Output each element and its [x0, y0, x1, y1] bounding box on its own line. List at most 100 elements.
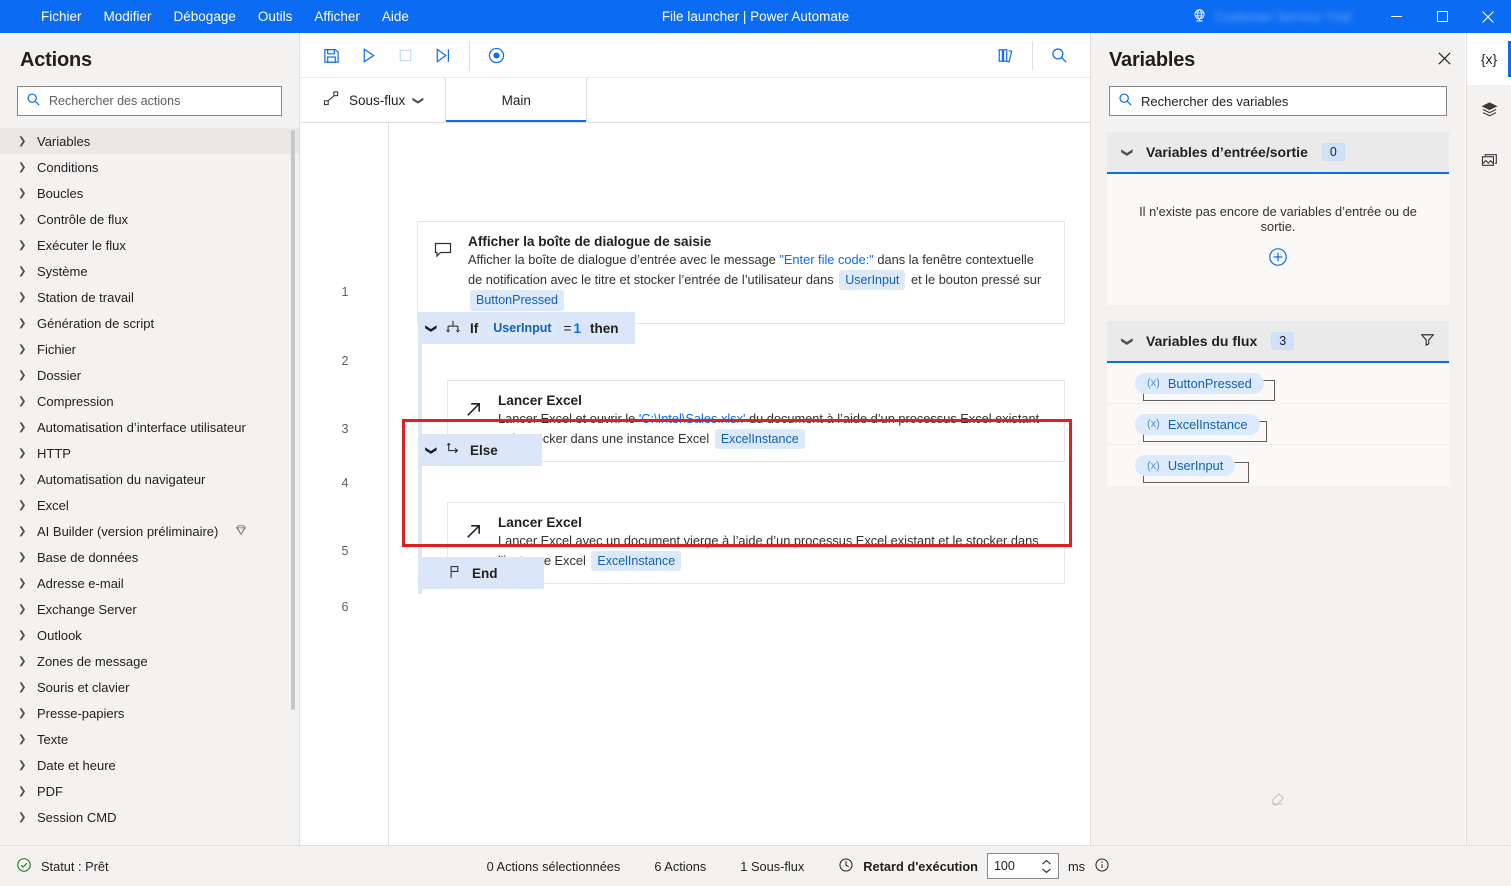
chevron-down-icon[interactable]: ❯	[425, 446, 438, 455]
tenant-indicator[interactable]: Customer Service Trial	[1191, 7, 1351, 27]
ui-elements-rail-button[interactable]	[1467, 85, 1511, 137]
filter-icon[interactable]	[1420, 332, 1435, 350]
status-indicator: Statut : Prêt	[16, 857, 109, 876]
action-group-pdf[interactable]: ❯ PDF	[0, 778, 299, 804]
action-group-outlook[interactable]: ❯ Outlook	[0, 622, 299, 648]
chevron-right-icon: ❯	[18, 629, 27, 641]
menu-debogage[interactable]: Débogage	[163, 5, 247, 28]
action-group-boucles[interactable]: ❯ Boucles	[0, 180, 299, 206]
action-group-base-de-donnees[interactable]: ❯ Base de données	[0, 544, 299, 570]
action-group-zones-de-message[interactable]: ❯ Zones de message	[0, 648, 299, 674]
action-group-automatisation-interface-utilisateur[interactable]: ❯ Automatisation d’interface utilisateur	[0, 414, 299, 440]
variable-label: ExcelInstance	[1167, 416, 1248, 432]
launch-excel-icon	[460, 515, 486, 542]
variable-name-chip[interactable]: (x) ButtonPressed	[1135, 372, 1264, 394]
chevron-right-icon: ❯	[18, 447, 27, 459]
action-group-generation-de-script[interactable]: ❯ Génération de script	[0, 310, 299, 336]
minimize-button[interactable]	[1373, 0, 1419, 33]
run-next-action-button[interactable]	[426, 39, 459, 71]
actions-scrollbar[interactable]	[291, 130, 295, 710]
flow-step-4[interactable]: ❯ Else	[418, 434, 542, 466]
chevron-right-icon: ❯	[18, 733, 27, 745]
action-group-session-cmd[interactable]: ❯ Session CMD	[0, 804, 299, 828]
action-group-date-et-heure[interactable]: ❯ Date et heure	[0, 752, 299, 778]
recorder-button[interactable]	[480, 39, 513, 71]
flow-block-else[interactable]: ❯ Else	[418, 434, 542, 466]
search-variables-input[interactable]: Rechercher des variables	[1109, 86, 1447, 116]
flow-block-end[interactable]: End	[418, 557, 544, 589]
action-group-conditions[interactable]: ❯ Conditions	[0, 154, 299, 180]
tab-subflows[interactable]: Sous-flux ❯	[301, 78, 447, 122]
variables-rail-button[interactable]: {x}	[1467, 33, 1511, 85]
variable-row-buttonpressed[interactable]: (x) ButtonPressed	[1107, 363, 1449, 404]
menu-afficher[interactable]: Afficher	[303, 5, 371, 28]
subflows-count: 1 Sous-flux	[740, 858, 805, 874]
io-variables-header[interactable]: ❯ Variables d’entrée/sortie 0	[1107, 132, 1449, 174]
variable-pill-excelinstance[interactable]: ExcelInstance	[714, 428, 805, 449]
action-group-http[interactable]: ❯ HTTP	[0, 440, 299, 466]
chevron-right-icon: ❯	[18, 759, 27, 771]
clear-variables-button[interactable]	[1091, 788, 1465, 810]
flow-step-1[interactable]: Afficher la boîte de dialogue de saisie …	[417, 221, 1065, 324]
ui-elements-button[interactable]	[989, 39, 1022, 71]
action-group-excel[interactable]: ❯ Excel	[0, 492, 299, 518]
action-group-souris-et-clavier[interactable]: ❯ Souris et clavier	[0, 674, 299, 700]
variable-label: ButtonPressed	[1167, 375, 1252, 391]
action-group-label: Zones de message	[37, 653, 148, 669]
action-group-adresse-e-mail[interactable]: ❯ Adresse e-mail	[0, 570, 299, 596]
variable-pill-userinput[interactable]: UserInput	[487, 320, 558, 336]
action-group-systeme[interactable]: ❯ Système	[0, 258, 299, 284]
action-group-station-de-travail[interactable]: ❯ Station de travail	[0, 284, 299, 310]
plus-circle-icon	[1267, 246, 1289, 271]
variable-name-chip[interactable]: (x) UserInput	[1135, 455, 1236, 476]
run-button[interactable]	[352, 39, 385, 71]
chevron-down-icon[interactable]: ❯	[1121, 337, 1134, 346]
info-icon[interactable]	[1094, 857, 1110, 876]
action-group-exchange-server[interactable]: ❯ Exchange Server	[0, 596, 299, 622]
menu-fichier[interactable]: Fichier	[30, 5, 93, 28]
variable-name-chip[interactable]: (x) ExcelInstance	[1135, 413, 1260, 435]
variable-row-userinput[interactable]: (x) UserInput	[1107, 445, 1449, 486]
close-button[interactable]	[1465, 0, 1511, 33]
find-button[interactable]	[1043, 39, 1076, 71]
stepper-arrows[interactable]	[1041, 859, 1052, 874]
action-group-fichier[interactable]: ❯ Fichier	[0, 336, 299, 362]
flow-block-if[interactable]: ❯ If UserInput = 1 then	[418, 312, 635, 344]
variable-pill-userinput[interactable]: UserInput	[839, 269, 906, 290]
action-card-display-input-dialog[interactable]: Afficher la boîte de dialogue de saisie …	[417, 221, 1065, 324]
flow-step-6[interactable]: End	[418, 557, 544, 589]
variable-pill-excelinstance[interactable]: ExcelInstance	[591, 550, 682, 571]
flow-step-2[interactable]: ❯ If UserInput = 1 then	[418, 312, 635, 344]
menu-aide[interactable]: Aide	[371, 5, 420, 28]
add-io-variable-button[interactable]	[1107, 234, 1449, 305]
search-actions-input[interactable]: Rechercher des actions	[17, 86, 282, 116]
flow-variables-header[interactable]: ❯ Variables du flux 3	[1107, 321, 1449, 363]
variable-row-excelinstance[interactable]: (x) ExcelInstance	[1107, 404, 1449, 445]
save-button[interactable]	[315, 39, 348, 71]
menu-modifier[interactable]: Modifier	[93, 5, 163, 28]
action-group-variables[interactable]: ❯ Variables	[0, 128, 299, 154]
menu-outils[interactable]: Outils	[247, 5, 304, 28]
chevron-down-icon[interactable]: ❯	[412, 96, 425, 105]
action-group-texte[interactable]: ❯ Texte	[0, 726, 299, 752]
action-group-ai-builder[interactable]: ❯ AI Builder (version préliminaire)	[0, 518, 299, 544]
variable-pill-buttonpressed[interactable]: ButtonPressed	[470, 290, 564, 311]
chevron-down-icon[interactable]: ❯	[1121, 148, 1134, 157]
tab-main[interactable]: Main	[446, 78, 588, 122]
action-group-executer-le-flux[interactable]: ❯ Exécuter le flux	[0, 232, 299, 258]
action-group-automatisation-du-navigateur[interactable]: ❯ Automatisation du navigateur	[0, 466, 299, 492]
actions-list[interactable]: ❯ Variables ❯ Conditions ❯ Boucles ❯ Contrôl…	[0, 128, 299, 828]
action-group-compression[interactable]: ❯ Compression	[0, 388, 299, 414]
variable-marker: (x)	[1147, 459, 1160, 472]
images-rail-button[interactable]	[1467, 137, 1511, 189]
action-description: Lancer Excel avec un document vierge à l…	[498, 532, 1050, 571]
action-group-dossier[interactable]: ❯ Dossier	[0, 362, 299, 388]
action-group-controle-de-flux[interactable]: ❯ Contrôle de flux	[0, 206, 299, 232]
action-group-presse-papiers[interactable]: ❯ Presse-papiers	[0, 700, 299, 726]
execution-delay-input[interactable]: 100	[986, 853, 1059, 879]
chevron-down-icon[interactable]: ❯	[425, 324, 438, 333]
close-icon[interactable]	[1438, 52, 1451, 69]
title-bar: File launcher | Power Automate Fichier M…	[0, 0, 1511, 33]
flow-canvas[interactable]: 1 2 3 4 5 6 Afficher la boîte de dialogu…	[301, 123, 1090, 845]
maximize-button[interactable]	[1419, 0, 1465, 33]
